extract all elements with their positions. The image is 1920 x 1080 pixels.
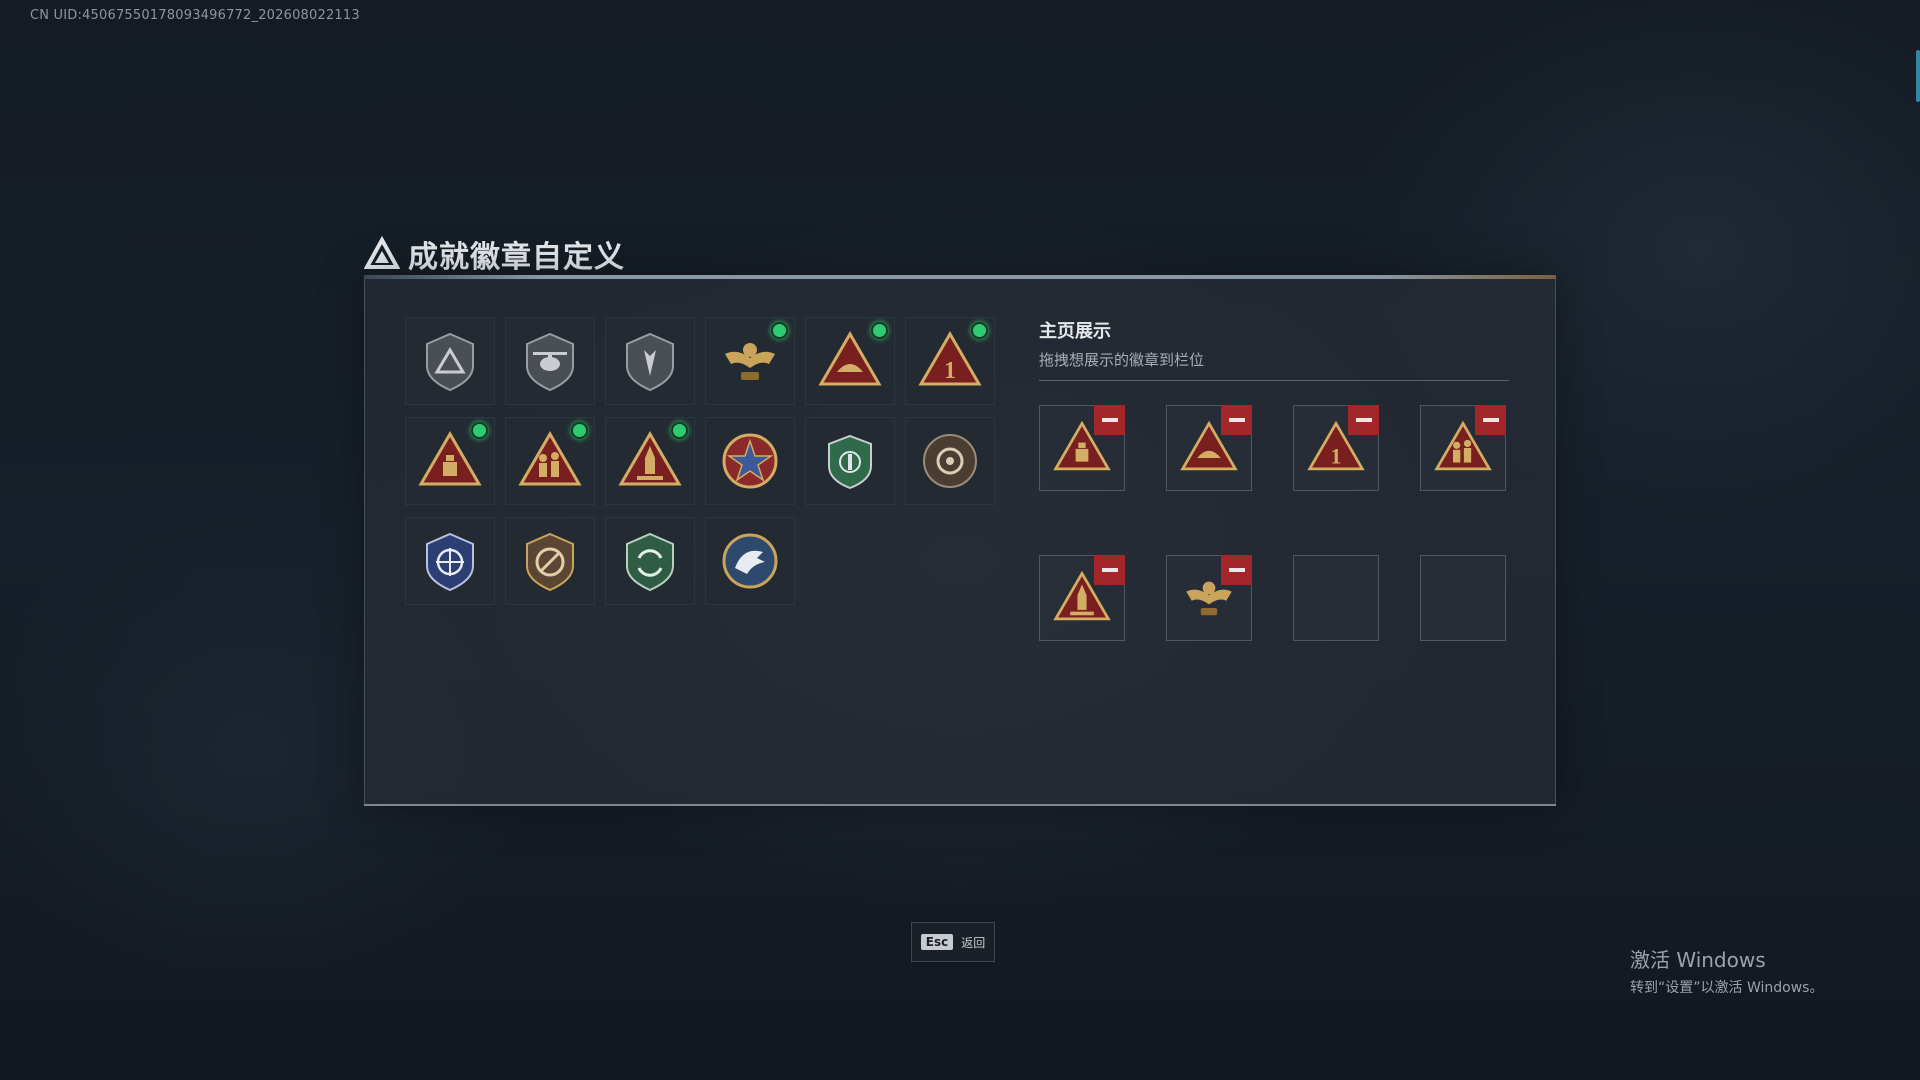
badge-cell[interactable] [605,317,695,405]
green-arrows-shield-icon [626,532,674,592]
number-one-triangle-icon: 1 [918,331,982,386]
green-shield-icon [828,434,872,490]
esc-back-button[interactable]: Esc 返回 [911,922,995,962]
minus-icon [1228,418,1245,422]
badge-cell[interactable] [805,417,895,505]
svg-text:1: 1 [1331,444,1342,468]
showcase-divider [1039,380,1509,381]
windows-activation-watermark: 激活 Windows 转到“设置”以激活 Windows。 [1630,944,1823,997]
minus-icon [1101,568,1118,572]
badge-cell[interactable] [705,417,795,505]
badge-cell[interactable] [505,517,595,605]
activation-subtitle: 转到“设置”以激活 Windows。 [1630,980,1824,996]
winged-eagle-icon [725,343,775,380]
showcase-subtitle: 拖拽想展示的徽章到栏位 [1039,351,1205,369]
badge-cell[interactable] [705,517,795,605]
showcase-slot-empty[interactable] [1293,555,1379,641]
badge-cell[interactable]: 1 [905,317,995,405]
soldiers-triangle-icon [518,431,582,486]
remove-badge-button[interactable] [1094,555,1125,585]
new-badge-indicator [871,322,888,339]
activation-title: 激活 Windows [1630,948,1766,972]
remove-badge-button[interactable] [1094,405,1125,435]
showcase-slot[interactable] [1420,405,1506,491]
badge-cell[interactable] [405,317,495,405]
hand-triangle-icon [818,331,882,386]
showcase-slot-empty[interactable] [1420,555,1506,641]
badge-cell[interactable] [405,417,495,505]
round-emblem-icon [923,434,977,488]
showcase-slots: 1 [1039,405,1506,641]
triangle-logo-icon [364,236,400,269]
triangle-shield-icon [426,332,474,392]
spear-shield-icon [626,332,674,392]
badge-cell[interactable] [505,317,595,405]
minus-icon [1228,568,1245,572]
badge-panel: 1 主页展示 拖拽想展示的徽章到栏位 1 [364,275,1556,806]
minus-icon [1482,418,1499,422]
remove-badge-button[interactable] [1221,555,1252,585]
badge-cell[interactable] [505,417,595,505]
esc-key-hint: Esc [920,934,954,950]
showcase-section: 主页展示 拖拽想展示的徽章到栏位 1 [1039,317,1509,641]
badge-cell[interactable] [605,517,695,605]
badge-cell[interactable] [805,317,895,405]
page-header: 成就徽章自定义 [364,232,625,276]
eagle-head-icon [722,533,778,589]
no-gun-shield-icon [526,532,574,592]
svg-text:1: 1 [944,358,956,384]
showcase-slot[interactable] [1166,555,1252,641]
back-label: 返回 [961,935,986,950]
remove-badge-button[interactable] [1221,405,1252,435]
showcase-title: 主页展示 [1039,321,1111,342]
minus-icon [1355,418,1372,422]
remove-badge-button[interactable] [1348,405,1379,435]
helicopter-shield-icon [526,332,574,392]
minus-icon [1101,418,1118,422]
showcase-slot[interactable] [1039,405,1125,491]
badge-cell[interactable] [705,317,795,405]
new-badge-indicator [771,322,788,339]
new-badge-indicator [671,422,688,439]
scroll-indicator[interactable] [1916,50,1920,102]
crate-triangle-icon [418,431,482,486]
blue-crosshair-shield-icon [426,532,474,592]
new-badge-indicator [571,422,588,439]
badge-cell[interactable] [605,417,695,505]
uid-label: CN UID:4506755017809349677​2_20260802211… [30,8,360,23]
showcase-slot[interactable] [1039,555,1125,641]
page-title: 成就徽章自定义 [408,240,625,275]
rocket-triangle-icon [618,431,682,486]
remove-badge-button[interactable] [1475,405,1506,435]
badge-grid: 1 [405,317,995,605]
badge-cell[interactable] [905,417,995,505]
star-medal-icon [722,433,778,489]
new-badge-indicator [471,422,488,439]
new-badge-indicator [971,322,988,339]
badge-cell[interactable] [405,517,495,605]
showcase-slot[interactable]: 1 [1293,405,1379,491]
showcase-slot[interactable] [1166,405,1252,491]
